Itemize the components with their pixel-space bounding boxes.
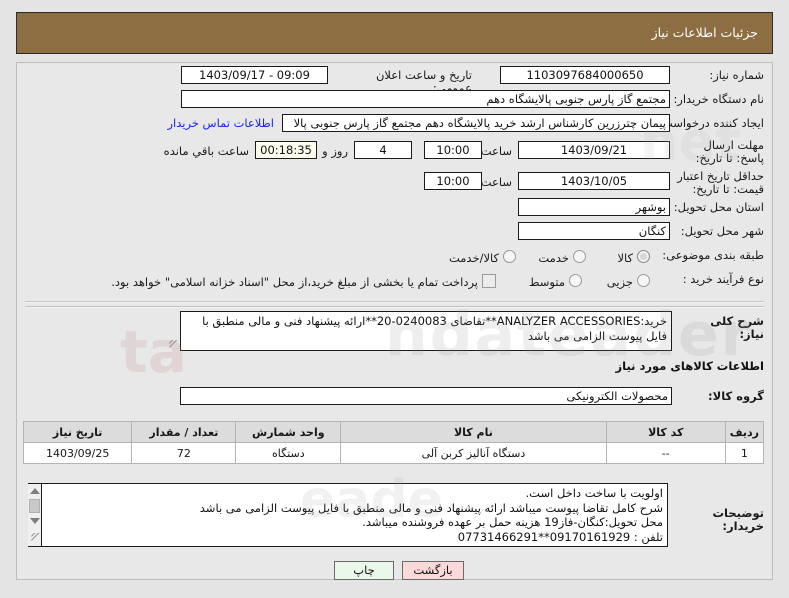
price-validity-hour-label: ساعت: [480, 175, 512, 189]
radio-icon-kala-khedmat[interactable]: [503, 250, 516, 263]
need-number-value[interactable]: 1103097684000650: [500, 66, 670, 84]
category-option-khedmat[interactable]: خدمت: [538, 247, 586, 266]
category-label: طبقه بندی موضوعی:: [662, 248, 764, 262]
delivery-city-value[interactable]: کنگان: [518, 222, 670, 240]
main-panel: شماره نیاز: 1103097684000650 تاریخ و ساع…: [16, 62, 773, 580]
col-quantity: تعداد / مقدار: [131, 421, 237, 443]
category-option-kala-khedmat-label: کالا/خدمت: [448, 251, 499, 265]
checkbox-icon-treasury[interactable]: [482, 274, 496, 288]
category-option-kala-label: کالا: [617, 251, 633, 265]
print-button[interactable]: چاپ: [334, 561, 394, 580]
col-code: کد کالا: [605, 421, 726, 443]
buyer-notes-label: توضیحات خریدار:: [712, 506, 765, 533]
remaining-countdown: 00:18:35: [255, 141, 317, 159]
col-need-date: تاریخ نیاز: [22, 421, 133, 443]
scroll-up-arrow-icon[interactable]: [30, 488, 40, 494]
price-validity-label: حداقل تاریخ اعتبار قیمت: تا تاریخ:: [677, 169, 764, 196]
buyer-notes-resize-grip[interactable]: [30, 533, 41, 544]
treasury-bond-label: پرداخت تمام یا بخشی از مبلغ خرید،از محل …: [111, 275, 478, 289]
process-option-jozi-label: جزیی: [606, 275, 633, 289]
delivery-city-label: شهر محل تحویل:: [680, 224, 764, 238]
goods-table: ردیف کد کالا نام کالا واحد شمارش تعداد /…: [22, 421, 765, 464]
cell-need-date: 1403/09/25: [22, 442, 133, 464]
remaining-suffix-label: ساعت باقي مانده: [163, 144, 249, 158]
cell-code: --: [605, 442, 726, 464]
buyer-contact-link[interactable]: اطلاعات تماس خریدار: [167, 116, 274, 130]
description-label: شرح کلی نیاز:: [710, 314, 764, 341]
goods-section-title: اطلاعات کالاهای مورد نیاز: [615, 359, 764, 373]
goods-group-value[interactable]: محصولات الکترونیکی: [180, 387, 672, 405]
reply-deadline-label: مهلت ارسال پاسخ: تا تاریخ:: [695, 138, 764, 165]
description-resize-grip[interactable]: [168, 340, 179, 351]
purchase-process-label: نوع فرآیند خرید :: [682, 272, 764, 286]
remaining-days-value: 4: [354, 141, 412, 159]
table-header-row: ردیف کد کالا نام کالا واحد شمارش تعداد /…: [22, 421, 765, 443]
need-number-label: شماره نیاز:: [709, 68, 764, 82]
cell-name: دستگاه آنالیز کربن آلی: [340, 442, 607, 464]
requester-value[interactable]: پیمان چترزرین کارشناس ارشد خرید پالایشگا…: [282, 114, 670, 132]
buyer-org-value[interactable]: مجتمع گاز پارس جنوبی پالایشگاه دهم: [181, 90, 670, 108]
page-header-bar: جزئیات اطلاعات نیاز: [16, 12, 773, 54]
remaining-days-label: روز و: [322, 144, 348, 158]
radio-icon-kala[interactable]: [637, 250, 650, 263]
radio-icon-khedmat[interactable]: [573, 250, 586, 263]
scrollbar-thumb[interactable]: [29, 499, 40, 513]
category-option-kala[interactable]: کالا: [617, 247, 650, 266]
process-option-motavaset-label: متوسط: [528, 275, 565, 289]
cell-row-no: 1: [724, 442, 765, 464]
reply-deadline-hour-label: ساعت: [480, 144, 512, 158]
back-button[interactable]: بازگشت: [402, 561, 464, 580]
description-textarea[interactable]: خرید:ANALYZER ACCESSORIES**تقاضای 024008…: [180, 311, 672, 351]
divider-top: [25, 301, 764, 303]
buyer-org-label: نام دستگاه خریدار:: [673, 92, 764, 106]
buyer-notes-textarea[interactable]: اولویت با ساخت داخل است. شرح کامل تقاضا …: [28, 483, 668, 547]
process-option-motavaset[interactable]: متوسط: [529, 271, 582, 290]
price-validity-date[interactable]: 1403/10/05: [518, 172, 670, 190]
goods-group-label: گروه کالا:: [708, 389, 764, 403]
page-root: ndateader ta eade net جزئیات اطلاعات نیا…: [0, 0, 789, 598]
scroll-down-arrow-icon[interactable]: [30, 518, 40, 524]
announce-datetime-value[interactable]: 09:09 - 1403/09/17: [181, 66, 328, 84]
radio-icon-jozi[interactable]: [637, 274, 650, 287]
reply-deadline-date[interactable]: 1403/09/21: [518, 141, 670, 159]
category-option-kala-khedmat[interactable]: کالا/خدمت: [449, 247, 516, 266]
cell-quantity: 72: [131, 442, 237, 464]
table-row[interactable]: 1 -- دستگاه آنالیز کربن آلی دستگاه 72 14…: [22, 442, 765, 464]
col-name: نام کالا: [340, 421, 607, 443]
radio-icon-motavaset[interactable]: [569, 274, 582, 287]
divider-top-2: [25, 306, 764, 308]
delivery-province-value[interactable]: بوشهر: [518, 198, 670, 216]
col-row-no: ردیف: [724, 421, 765, 443]
reply-deadline-time[interactable]: 10:00: [424, 141, 482, 159]
page-title: جزئیات اطلاعات نیاز: [651, 25, 758, 40]
category-option-khedmat-label: خدمت: [538, 251, 569, 265]
delivery-province-label: استان محل تحویل:: [673, 200, 764, 214]
price-validity-time[interactable]: 10:00: [424, 172, 482, 190]
col-unit: واحد شمارش: [235, 421, 342, 443]
treasury-bond-checkbox-group[interactable]: پرداخت تمام یا بخشی از مبلغ خرید،از محل …: [111, 271, 496, 290]
cell-unit: دستگاه: [235, 442, 342, 464]
process-option-jozi[interactable]: جزیی: [607, 271, 650, 290]
